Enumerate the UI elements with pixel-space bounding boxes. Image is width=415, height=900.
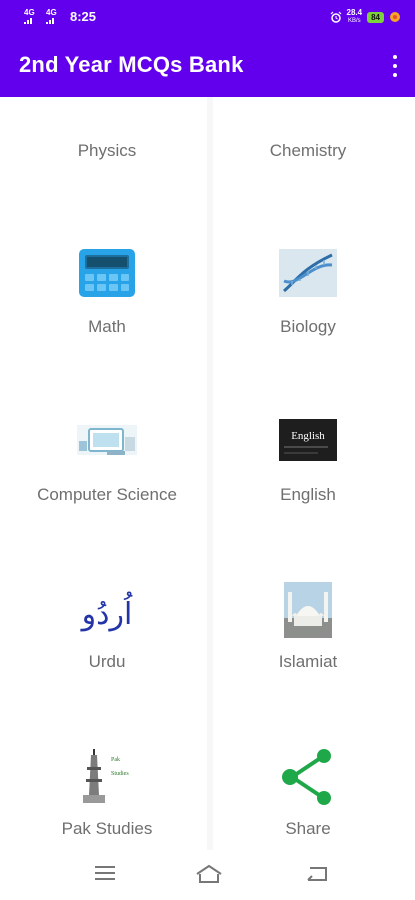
- svg-text:اُردُو: اُردُو: [80, 590, 133, 632]
- subject-tile-computer-science[interactable]: Computer Science: [7, 415, 207, 575]
- share-icon: [282, 749, 331, 805]
- back-icon[interactable]: [306, 864, 328, 882]
- system-nav-bar: [0, 850, 415, 900]
- physics-image: [77, 97, 137, 109]
- app-notification-icon: [390, 12, 400, 22]
- battery-indicator: 84: [367, 11, 384, 23]
- network-speed: 28.4 KB/s: [346, 8, 363, 25]
- tile-label: Share: [285, 819, 331, 838]
- svg-text:English: English: [291, 430, 325, 442]
- computer-icon: [77, 425, 137, 455]
- english-board-icon: English: [279, 419, 337, 461]
- tile-label: Physics: [77, 141, 137, 160]
- urdu-calligraphy: اُردُو: [80, 590, 133, 632]
- tile-label: Chemistry: [269, 141, 347, 160]
- calculator-icon: [79, 249, 135, 297]
- menu-icon[interactable]: [94, 864, 116, 882]
- app-title: 2nd Year MCQs Bank: [19, 52, 244, 77]
- subject-tile-physics[interactable]: Physics: [7, 97, 207, 201]
- clock: 8:25: [70, 9, 97, 24]
- home-icon[interactable]: [195, 864, 223, 884]
- tile-label: Computer Science: [37, 485, 177, 504]
- network-indicator-1: 4G: [24, 9, 35, 24]
- status-bar: 4G 4G 8:25 28.4 KB/s 84: [0, 0, 415, 33]
- subject-tile-urdu[interactable]: اُردُو Urdu: [7, 582, 207, 742]
- mosque-image: [284, 582, 332, 638]
- minar-icon: Pak Studies: [83, 749, 129, 803]
- dna-image: [279, 249, 337, 297]
- tile-label: Pak Studies: [61, 819, 153, 838]
- tile-label: Biology: [280, 317, 336, 336]
- subject-tile-chemistry[interactable]: Chemistry: [208, 97, 408, 201]
- tile-label: Math: [88, 317, 126, 336]
- tile-label: Islamiat: [278, 652, 338, 671]
- tile-label: English: [280, 485, 336, 504]
- app-bar: 2nd Year MCQs Bank: [0, 33, 415, 97]
- subjects-grid: Physics Chemistry Math Biology Computer …: [0, 97, 415, 850]
- alarm-icon: [330, 11, 341, 23]
- network-indicator-2: 4G: [46, 9, 57, 24]
- subject-tile-share[interactable]: Share: [208, 749, 408, 850]
- subject-tile-biology[interactable]: Biology: [208, 247, 408, 407]
- svg-text:Studies: Studies: [111, 771, 129, 777]
- tile-label: Urdu: [88, 652, 126, 671]
- svg-text:Pak: Pak: [111, 757, 120, 763]
- subject-tile-pak-studies[interactable]: Pak Studies Pak Studies: [7, 749, 207, 850]
- subject-tile-math[interactable]: Math: [7, 247, 207, 407]
- subject-tile-english[interactable]: English English: [208, 415, 408, 575]
- overflow-menu-icon[interactable]: [389, 55, 401, 77]
- flask-icon: [278, 97, 338, 109]
- subject-tile-islamiat[interactable]: Islamiat: [208, 582, 408, 742]
